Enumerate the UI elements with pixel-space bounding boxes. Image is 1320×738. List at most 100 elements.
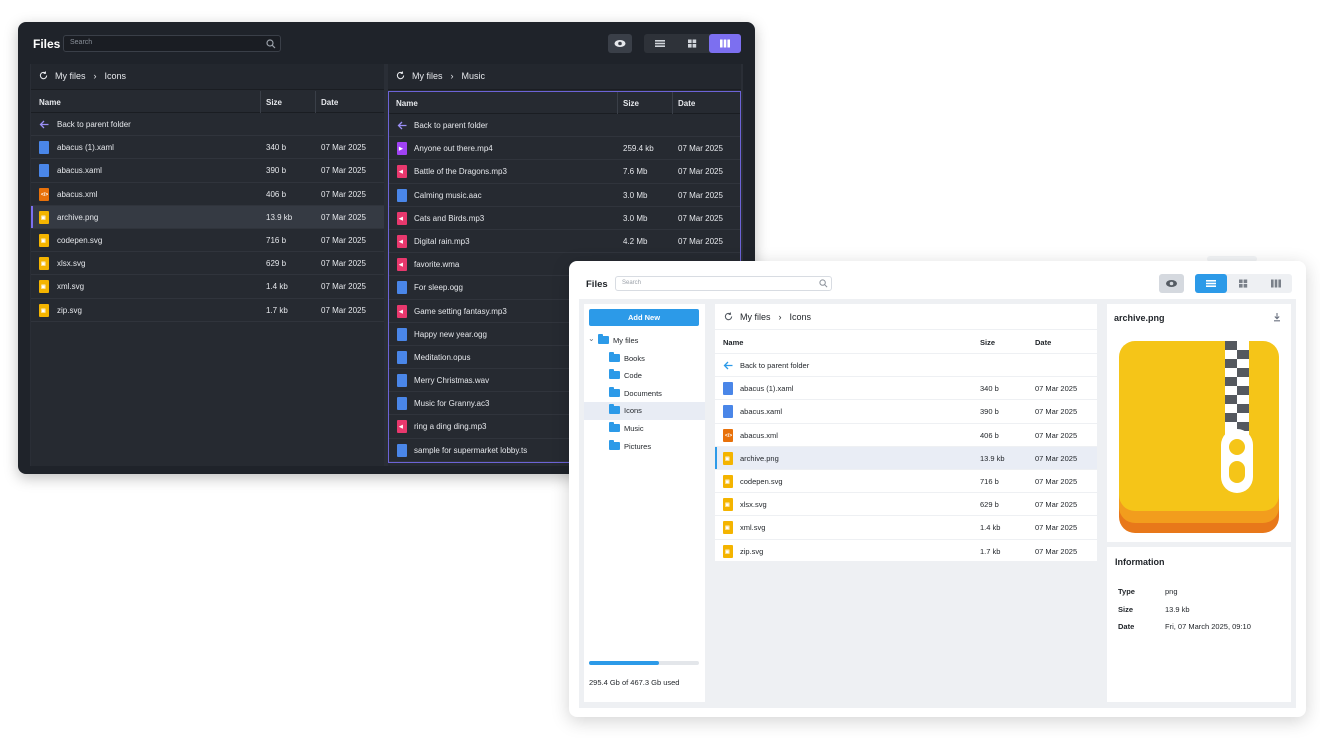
dark-list-view-button[interactable] <box>644 34 676 53</box>
tree-item-music[interactable]: Music <box>584 420 705 438</box>
table-row[interactable]: ▣ zip.svg 1.7 kb 07 Mar 2025 <box>31 299 384 322</box>
file-icon: ▶ <box>397 142 407 156</box>
back-to-parent-label: Back to parent folder <box>57 120 131 129</box>
column-divider[interactable] <box>260 91 261 113</box>
tree-item-my-files[interactable]: ⌄ My files <box>584 332 705 350</box>
tree-item-label: Pictures <box>624 441 652 451</box>
column-header-name[interactable]: Name <box>723 338 743 347</box>
table-row[interactable]: abacus.xaml 390 b 07 Mar 2025 <box>715 400 1097 424</box>
table-row[interactable]: abacus.xaml 390 b 07 Mar 2025 <box>31 159 384 183</box>
file-date: 07 Mar 2025 <box>1035 476 1078 486</box>
file-size: 629 b <box>266 259 287 269</box>
breadcrumb-current[interactable]: Icons <box>105 71 127 81</box>
back-to-parent-label: Back to parent folder <box>740 361 810 370</box>
column-header-size[interactable]: Size <box>980 338 995 347</box>
file-date: 07 Mar 2025 <box>321 305 366 315</box>
table-row[interactable]: abacus (1).xaml 340 b 07 Mar 2025 <box>31 136 384 160</box>
tree-item-code[interactable]: Code <box>584 367 705 385</box>
light-search-input[interactable]: Search <box>615 276 832 291</box>
file-date: 07 Mar 2025 <box>321 259 366 269</box>
breadcrumb-current[interactable]: Music <box>462 71 486 81</box>
table-row[interactable]: </> abacus.xml 406 b 07 Mar 2025 <box>31 183 384 206</box>
breadcrumb-root[interactable]: My files <box>740 312 771 322</box>
table-row[interactable]: ▣ codepen.svg 716 b 07 Mar 2025 <box>31 229 384 253</box>
light-preview-toggle-button[interactable] <box>1159 274 1184 293</box>
refresh-icon[interactable] <box>396 71 405 80</box>
table-row[interactable]: ▣ codepen.svg 716 b 07 Mar 2025 <box>715 470 1097 494</box>
table-header: Name Size Date <box>389 92 740 114</box>
breadcrumb-current[interactable]: Icons <box>790 312 812 322</box>
column-header-date[interactable]: Date <box>1035 338 1051 347</box>
file-name: Cats and Birds.mp3 <box>414 213 485 223</box>
column-divider[interactable] <box>315 91 316 113</box>
back-to-parent-row[interactable]: Back to parent folder <box>31 113 384 137</box>
column-header-name[interactable]: Name <box>396 99 418 108</box>
file-date: 07 Mar 2025 <box>321 235 366 245</box>
file-size: 13.9 kb <box>980 453 1005 463</box>
tree-item-icons[interactable]: Icons <box>584 402 705 420</box>
tree-item-books[interactable]: Books <box>584 350 705 368</box>
file-icon: ◀ <box>397 304 407 318</box>
column-header-date[interactable]: Date <box>321 98 338 107</box>
add-new-button[interactable]: Add New <box>589 309 699 326</box>
search-icon[interactable] <box>819 279 828 288</box>
dark-search-input[interactable]: Search <box>63 35 281 52</box>
table-row[interactable]: ▣ xlsx.svg 629 b 07 Mar 2025 <box>715 493 1097 517</box>
table-row[interactable]: ▶ Anyone out there.mp4 259.4 kb 07 Mar 2025 <box>389 137 740 161</box>
column-divider[interactable] <box>672 92 673 114</box>
file-name: abacus (1).xaml <box>740 384 794 394</box>
table-row[interactable]: ▣ xlsx.svg 629 b 07 Mar 2025 <box>31 252 384 276</box>
refresh-icon[interactable] <box>724 312 733 321</box>
file-date: 07 Mar 2025 <box>1035 430 1078 440</box>
file-size: 3.0 Mb <box>623 190 648 200</box>
tree-item-label: Icons <box>624 406 642 416</box>
chevron-down-icon[interactable]: ⌄ <box>588 334 595 343</box>
table-row[interactable]: Calming music.aac 3.0 Mb 07 Mar 2025 <box>389 184 740 207</box>
dark-column-view-button[interactable] <box>709 34 741 53</box>
light-grid-view-button[interactable] <box>1227 274 1259 293</box>
column-header-date[interactable]: Date <box>678 99 695 108</box>
eye-icon <box>614 40 626 47</box>
breadcrumb-root[interactable]: My files <box>412 71 443 81</box>
column-view-icon <box>720 39 730 48</box>
table-row[interactable]: ◀ Battle of the Dragons.mp3 7.6 Mb 07 Mar 2… <box>389 160 740 184</box>
file-icon: ◀ <box>397 234 407 248</box>
column-header-size[interactable]: Size <box>266 98 282 107</box>
table-row[interactable]: ◀ Digital rain.mp3 4.2 Mb 07 Mar 2025 <box>389 230 740 254</box>
column-divider[interactable] <box>617 92 618 114</box>
info-value: png <box>1165 587 1178 596</box>
table-row[interactable]: ▣ xml.svg 1.4 kb 07 Mar 2025 <box>31 275 384 299</box>
table-row[interactable]: ▣ archive.png 13.9 kb 07 Mar 2025 <box>31 205 384 229</box>
file-icon <box>397 443 407 457</box>
light-column-view-button[interactable] <box>1260 274 1292 293</box>
download-icon[interactable] <box>1272 312 1282 322</box>
info-row-size: Size 13.9 kb <box>1118 605 1190 614</box>
tree-item-documents[interactable]: Documents <box>584 385 705 403</box>
grid-view-icon <box>688 39 697 48</box>
search-icon[interactable] <box>266 39 276 49</box>
file-size: 629 b <box>980 500 999 510</box>
file-size: 406 b <box>980 430 999 440</box>
dark-search-placeholder: Search <box>70 39 93 46</box>
light-content-area: Add New ⌄ My files Books Code Documents Icons… <box>579 299 1296 708</box>
light-view-mode-group <box>1195 274 1292 293</box>
file-icon <box>397 374 407 388</box>
tree-item-pictures[interactable]: Pictures <box>584 438 705 456</box>
table-header: Name Size Date <box>31 91 384 113</box>
light-list-view-button[interactable] <box>1195 274 1227 293</box>
back-to-parent-row[interactable]: Back to parent folder <box>389 114 740 138</box>
table-row[interactable]: ◀ Cats and Birds.mp3 3.0 Mb 07 Mar 2025 <box>389 207 740 230</box>
breadcrumb-root[interactable]: My files <box>55 71 86 81</box>
table-row[interactable]: ▣ zip.svg 1.7 kb 07 Mar 2025 <box>715 540 1097 563</box>
table-row[interactable]: abacus (1).xaml 340 b 07 Mar 2025 <box>715 377 1097 401</box>
table-row[interactable]: ▣ archive.png 13.9 kb 07 Mar 2025 <box>715 446 1097 470</box>
light-app-title: Files <box>586 279 608 290</box>
back-to-parent-row[interactable]: Back to parent folder <box>715 354 1097 378</box>
table-row[interactable]: </> abacus.xml 406 b 07 Mar 2025 <box>715 424 1097 447</box>
column-header-name[interactable]: Name <box>39 98 61 107</box>
table-row[interactable]: ▣ xml.svg 1.4 kb 07 Mar 2025 <box>715 516 1097 540</box>
dark-preview-toggle-button[interactable] <box>608 34 632 53</box>
dark-grid-view-button[interactable] <box>676 34 708 53</box>
refresh-icon[interactable] <box>39 71 48 80</box>
column-header-size[interactable]: Size <box>623 99 639 108</box>
